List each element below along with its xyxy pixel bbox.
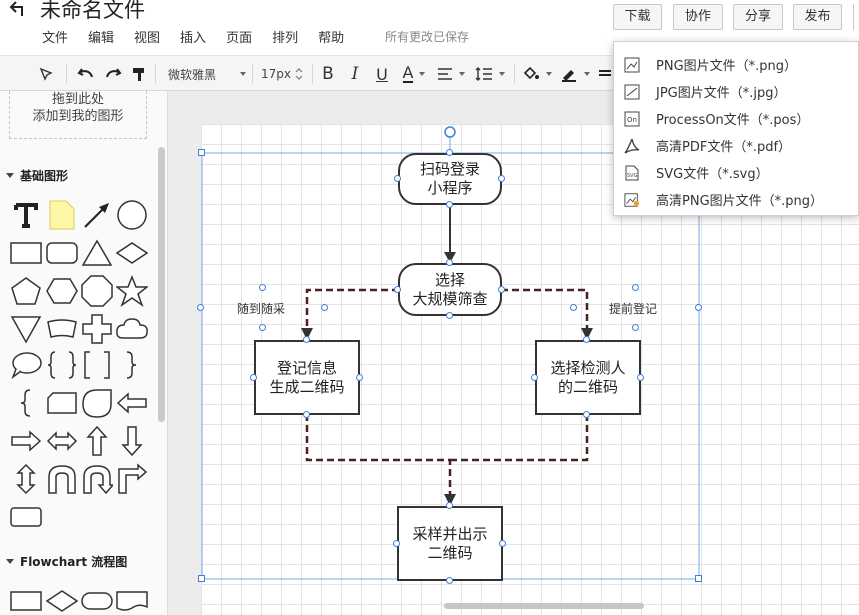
label-handle[interactable] — [259, 284, 266, 291]
resize-handle-top-left[interactable] — [198, 149, 205, 156]
download-dropdown-menu: PNG图片文件（*.png） JPG图片文件（*.jpg） On Process… — [613, 41, 859, 216]
export-png-label: PNG图片文件（*.png） — [656, 59, 798, 74]
edge-label-preregister[interactable]: 提前登记 — [609, 300, 657, 317]
connection-handle[interactable] — [394, 286, 401, 293]
export-jpg-label: JPG图片文件（*.jpg） — [656, 86, 787, 101]
connection-handle[interactable] — [393, 540, 400, 547]
pdf-file-icon — [624, 138, 640, 154]
connection-handle[interactable] — [583, 411, 590, 418]
node-choose-screening[interactable]: 选择 大规模筛查 — [398, 263, 502, 316]
connection-handle[interactable] — [531, 374, 538, 381]
node-choose-person[interactable]: 选择检测人 的二维码 — [535, 340, 641, 415]
edge-label-walk-in[interactable]: 随到随采 — [237, 300, 285, 317]
label-handle[interactable] — [321, 304, 328, 311]
resize-handle-bottom-left[interactable] — [198, 575, 205, 582]
resize-handle-bottom-right[interactable] — [695, 575, 702, 582]
connection-handle[interactable] — [250, 374, 257, 381]
pos-file-icon: On — [624, 111, 640, 127]
export-svg-label: SVG文件（*.svg） — [656, 167, 769, 182]
canvas-horizontal-scrollbar[interactable] — [444, 603, 644, 609]
export-jpg-item[interactable]: JPG图片文件（*.jpg） — [614, 78, 859, 105]
export-pos-item[interactable]: On ProcessOn文件（*.pos） — [614, 105, 859, 132]
edge-register-to-sample — [305, 414, 452, 495]
node-register-info[interactable]: 登记信息 生成二维码 — [254, 340, 360, 415]
edge-person-to-sample — [450, 414, 589, 462]
hd-png-file-icon — [624, 192, 640, 208]
svg-text:On: On — [627, 116, 637, 124]
app-window: 未命名文件 文件 编辑 视图 插入 页面 排列 帮助 所有更改已保存 下载 协作… — [0, 0, 859, 615]
connection-handle[interactable] — [303, 411, 310, 418]
export-pdf-label: 高清PDF文件（*.pdf） — [656, 140, 792, 155]
label-handle[interactable] — [632, 284, 639, 291]
export-pdf-item[interactable]: 高清PDF文件（*.pdf） — [614, 132, 859, 159]
connection-handle[interactable] — [498, 175, 505, 182]
connection-handle[interactable] — [394, 175, 401, 182]
connection-handle[interactable] — [637, 374, 644, 381]
node-scan-login[interactable]: 扫码登录 小程序 — [398, 153, 502, 205]
svg-file-icon: SVG — [624, 165, 640, 181]
node-sample-qr[interactable]: 采样并出示 二维码 — [397, 506, 503, 581]
edge-choose-to-register — [305, 288, 399, 330]
connection-handle[interactable] — [446, 259, 453, 266]
connection-handle[interactable] — [446, 502, 453, 509]
connection-handle[interactable] — [498, 286, 505, 293]
connection-handle[interactable] — [499, 540, 506, 547]
svg-text:SVG: SVG — [627, 173, 638, 179]
png-file-icon — [624, 57, 640, 73]
connection-handle[interactable] — [446, 312, 453, 319]
connection-handle[interactable] — [446, 577, 453, 584]
rotate-handle — [444, 126, 456, 138]
jpg-file-icon — [624, 84, 640, 100]
export-png-item[interactable]: PNG图片文件（*.png） — [614, 51, 859, 78]
connection-handle[interactable] — [197, 304, 204, 311]
label-handle[interactable] — [632, 324, 639, 331]
export-pos-label: ProcessOn文件（*.pos） — [656, 113, 810, 128]
label-handle[interactable] — [259, 324, 266, 331]
connection-handle[interactable] — [695, 304, 702, 311]
export-svg-item[interactable]: SVG SVG文件（*.svg） — [614, 159, 859, 186]
connection-handle[interactable] — [583, 336, 590, 343]
label-handle[interactable] — [570, 304, 577, 311]
connection-handle[interactable] — [446, 149, 453, 156]
export-hd-png-label: 高清PNG图片文件（*.png） — [656, 194, 824, 209]
connection-handle[interactable] — [446, 201, 453, 208]
connection-handle[interactable] — [303, 336, 310, 343]
export-hd-png-item[interactable]: 高清PNG图片文件（*.png） — [614, 186, 859, 213]
connection-handle[interactable] — [356, 374, 363, 381]
